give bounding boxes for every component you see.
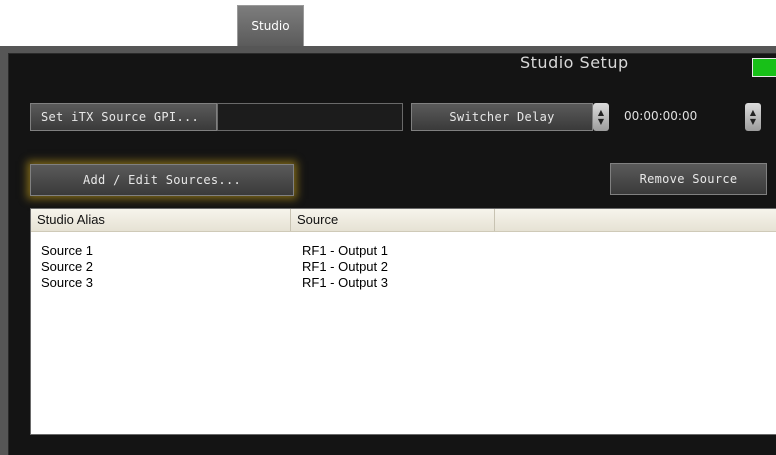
add-edit-sources-button[interactable]: Add / Edit Sources... [30, 164, 294, 196]
delay-value[interactable]: 00:00:00:00 [624, 109, 697, 123]
set-itx-source-gpi-button[interactable]: Set iTX Source GPI... [30, 103, 217, 131]
delay-spinner-icon[interactable]: ▲ ▼ [593, 103, 609, 131]
source-cell: RF1 - Output 2 [302, 259, 388, 274]
spinner-down-icon[interactable]: ▼ [750, 117, 756, 126]
column-header-source[interactable]: Source [291, 209, 495, 231]
column-header-empty [495, 209, 776, 231]
studio-alias-cell: Source 2 [41, 259, 94, 274]
source-cell: RF1 - Output 1 [302, 243, 388, 258]
spinner-up-icon[interactable]: ▲ [598, 108, 604, 117]
studio-alias-cell: Source 3 [41, 275, 94, 290]
list-header: Studio Alias Source [31, 209, 776, 232]
panel-title: Studio Setup [520, 53, 629, 72]
spinner-up-icon[interactable]: ▲ [750, 108, 756, 117]
list-item[interactable]: Source 2 RF1 - Output 2 [31, 259, 776, 275]
list-item[interactable]: Source 3 RF1 - Output 3 [31, 275, 776, 291]
delay-spinner-right-icon[interactable]: ▲ ▼ [745, 103, 761, 131]
list-item[interactable]: Source 1 RF1 - Output 1 [31, 243, 776, 259]
source-list[interactable]: Studio Alias Source Source 1 RF1 - Outpu… [30, 208, 776, 435]
column-header-studio-alias[interactable]: Studio Alias [31, 209, 291, 231]
spinner-down-icon[interactable]: ▼ [598, 117, 604, 126]
status-led-icon [752, 58, 776, 77]
remove-source-button[interactable]: Remove Source [610, 163, 767, 195]
gpi-value-field[interactable] [217, 103, 403, 131]
source-cell: RF1 - Output 3 [302, 275, 388, 290]
switcher-delay-button[interactable]: Switcher Delay [411, 103, 593, 131]
studio-alias-cell: Source 1 [41, 243, 94, 258]
tab-studio[interactable]: Studio [237, 5, 304, 47]
tab-label: Studio [251, 18, 290, 33]
